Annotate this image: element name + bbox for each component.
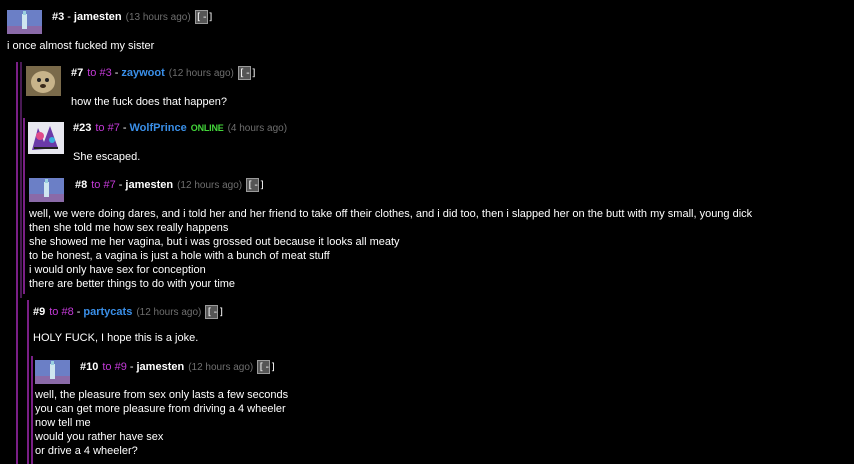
username-link[interactable]: jamesten: [125, 179, 173, 191]
comment-body: well, we were doing dares, and i told he…: [29, 208, 753, 290]
comment-number[interactable]: #7: [71, 67, 83, 79]
online-status-badge: ONLINE: [190, 123, 224, 133]
reply-to-link[interactable]: to #8: [49, 306, 73, 318]
cartoon-avatar-icon[interactable]: [28, 122, 64, 154]
thread-rail-level-3: [27, 300, 29, 464]
comment-body: She escaped.: [73, 151, 141, 163]
bottle-avatar-icon[interactable]: [7, 10, 42, 34]
timestamp: (12 hours ago): [136, 306, 202, 318]
username-link[interactable]: partycats: [83, 306, 132, 318]
timestamp: (12 hours ago): [177, 179, 243, 191]
bottle-avatar-icon[interactable]: [35, 360, 70, 384]
timestamp: (4 hours ago): [227, 122, 288, 134]
reply-to-link[interactable]: to #9: [102, 361, 126, 373]
comment-number[interactable]: #8: [75, 179, 87, 191]
comment-number[interactable]: #9: [33, 306, 45, 318]
reply-to-link[interactable]: to #3: [87, 67, 111, 79]
bottle-avatar-icon[interactable]: [29, 178, 64, 202]
timestamp: (12 hours ago): [188, 361, 254, 373]
thread-rail-level-2: [23, 118, 25, 294]
comment-body: well, the pleasure from sex only lasts a…: [35, 389, 289, 457]
username-link[interactable]: zaywoot: [121, 67, 164, 79]
comment-body: how the fuck does that happen?: [71, 96, 227, 108]
thread-rail-level-1: [16, 62, 18, 464]
comment-body: i once almost fucked my sister: [7, 40, 155, 52]
collapse-button[interactable]: [-]: [257, 360, 276, 374]
reply-to-link[interactable]: to #7: [91, 179, 115, 191]
username-link[interactable]: jamesten: [137, 361, 185, 373]
thread-rail-level-4: [31, 356, 33, 464]
username-link[interactable]: jamesten: [74, 11, 122, 23]
comment-number[interactable]: #10: [80, 361, 98, 373]
comment-number[interactable]: #23: [73, 122, 91, 134]
collapse-button[interactable]: [-]: [237, 66, 257, 80]
timestamp: (12 hours ago): [168, 67, 234, 79]
username-link[interactable]: WolfPrince: [130, 122, 187, 134]
comment-number[interactable]: #3: [52, 11, 64, 23]
animal-photo-avatar-icon[interactable]: [26, 66, 61, 96]
timestamp: (13 hours ago): [125, 11, 191, 23]
comment-body: HOLY FUCK, I hope this is a joke.: [33, 332, 199, 344]
thread-rail-level-1b: [20, 62, 22, 298]
collapse-button[interactable]: [-]: [194, 10, 214, 24]
collapse-button[interactable]: [-]: [205, 305, 224, 319]
collapse-button[interactable]: [-]: [246, 178, 265, 192]
reply-to-link[interactable]: to #7: [95, 122, 119, 134]
